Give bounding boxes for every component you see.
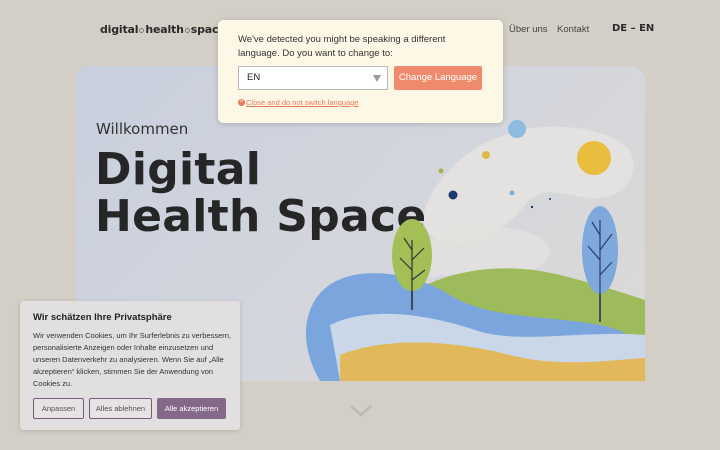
hero-welcome: Willkommen bbox=[96, 120, 189, 138]
dot-tiny bbox=[530, 205, 534, 209]
logo-word-digital: digital bbox=[100, 23, 139, 36]
cookie-reject-button[interactable]: Alles ablehnen bbox=[89, 398, 152, 419]
hero-illustration bbox=[305, 120, 645, 381]
change-language-button[interactable]: Change Language bbox=[394, 66, 482, 90]
close-language-label: Close and do not switch language bbox=[246, 98, 359, 107]
cookie-banner: Wir schätzen Ihre Privatsphäre Wir verwe… bbox=[20, 301, 240, 430]
close-circle-icon: × bbox=[238, 99, 245, 106]
caret-down-icon bbox=[373, 75, 381, 82]
close-language-link[interactable]: × Close and do not switch language bbox=[238, 98, 359, 107]
dot-olive bbox=[438, 168, 444, 174]
nav-link-contact[interactable]: Kontakt bbox=[557, 24, 589, 35]
dot-navy bbox=[448, 190, 458, 200]
site-logo[interactable]: digital health space bbox=[100, 23, 226, 36]
dot-yellow bbox=[482, 151, 490, 159]
language-select-value: EN bbox=[247, 72, 261, 83]
language-modal: We've detected you might be speaking a d… bbox=[218, 20, 503, 123]
logo-dot-icon bbox=[139, 27, 145, 33]
sun bbox=[577, 141, 611, 175]
dot-small-blue bbox=[509, 190, 515, 196]
logo-word-health: health bbox=[145, 23, 184, 36]
cookie-title: Wir schätzen Ihre Privatsphäre bbox=[33, 312, 172, 323]
cookie-accept-button[interactable]: Alle akzeptieren bbox=[157, 398, 226, 419]
nav-link-about[interactable]: Über uns bbox=[509, 24, 548, 35]
logo-dot-icon bbox=[184, 27, 190, 33]
language-switch[interactable]: DE – EN bbox=[612, 23, 654, 34]
dot-tiny bbox=[549, 198, 551, 200]
dot-light-blue bbox=[508, 120, 526, 138]
language-modal-message: We've detected you might be speaking a d… bbox=[238, 34, 446, 59]
cookie-adjust-button[interactable]: Anpassen bbox=[33, 398, 84, 419]
cookie-text: Wir verwenden Cookies, um Ihr Surferlebn… bbox=[33, 331, 231, 388]
scroll-down-chevron-icon[interactable] bbox=[349, 404, 373, 418]
language-select[interactable]: EN bbox=[238, 66, 388, 90]
